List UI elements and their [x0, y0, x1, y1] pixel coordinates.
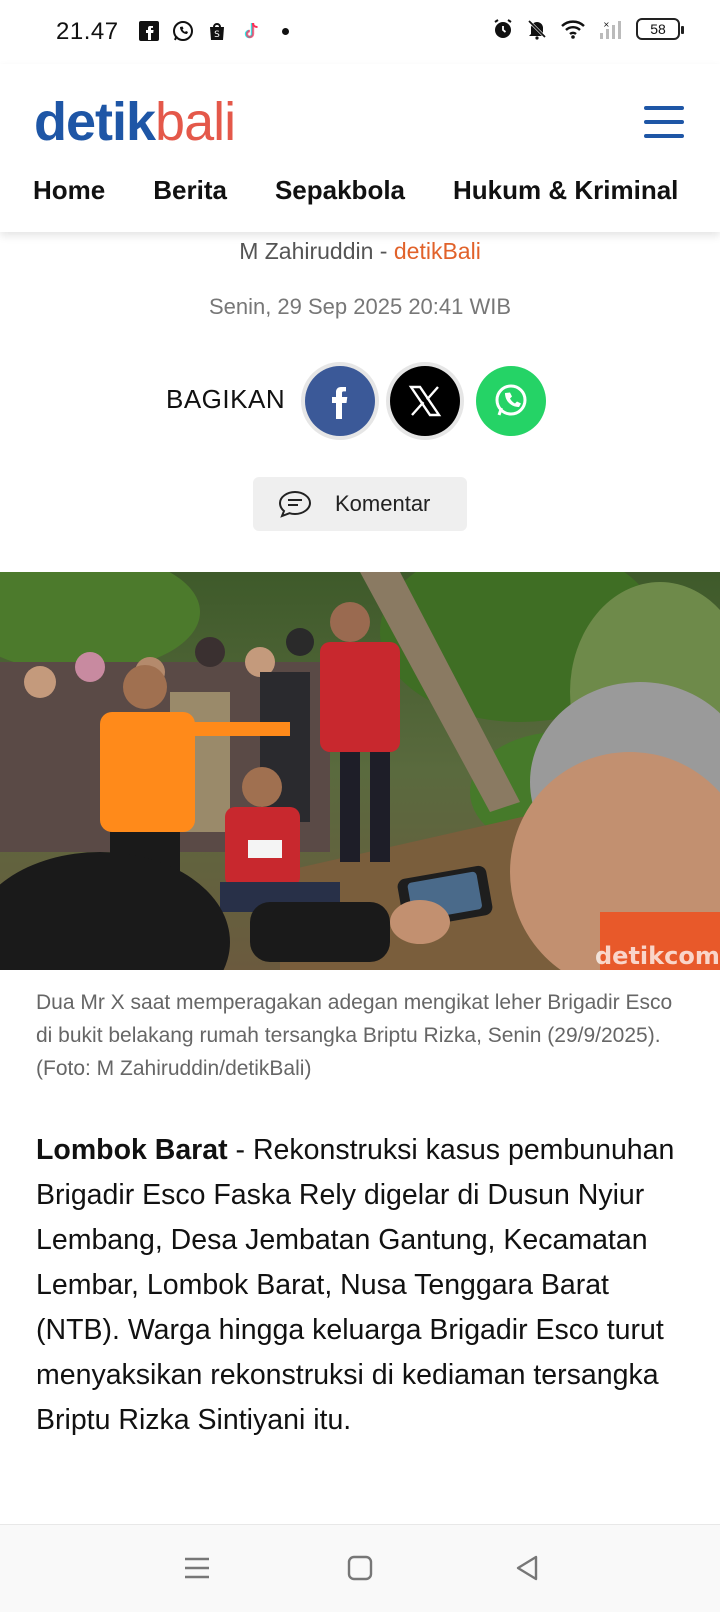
signal-icon: ×: [600, 20, 621, 39]
back-icon[interactable]: [510, 1551, 544, 1585]
nav-item-hukum-kriminal[interactable]: Hukum & Kriminal: [453, 170, 678, 220]
dot-icon: [282, 27, 289, 35]
logo-part-bali: bali: [155, 92, 236, 152]
article-text: - Rekonstruksi kasus pembunuhan Brigadir…: [36, 1134, 675, 1436]
recent-apps-icon[interactable]: [180, 1551, 214, 1585]
share-x-button[interactable]: [390, 366, 460, 436]
article-date: Senin, 29 Sep 2025 20:41 WIB: [208, 294, 512, 319]
article-location: Lombok Barat: [36, 1134, 228, 1166]
share-facebook-button[interactable]: [305, 366, 375, 436]
nav-item-sepakbola[interactable]: Sepakbola: [275, 170, 405, 220]
comment-button[interactable]: Komentar: [253, 477, 467, 531]
reconstruction-scene-image: detikcom: [0, 572, 720, 970]
tiktok-icon: [244, 22, 258, 39]
author-source[interactable]: detikBali: [394, 238, 481, 264]
author-separator: -: [373, 238, 394, 264]
system-icons: × 58: [492, 18, 684, 40]
share-bar: BAGIKAN: [0, 366, 720, 438]
comment-label: Komentar: [335, 491, 431, 516]
battery-icon: 58: [636, 18, 684, 40]
x-icon: [408, 385, 442, 417]
hamburger-menu-icon[interactable]: [644, 106, 684, 138]
photo-caption: Dua Mr X saat memperagakan adegan mengik…: [36, 991, 673, 1080]
share-whatsapp-button[interactable]: [476, 366, 546, 436]
facebook-icon: [139, 21, 159, 41]
photo-watermark: detikcom: [595, 942, 720, 970]
svg-text:×: ×: [603, 20, 610, 29]
site-logo[interactable]: detikbali: [34, 92, 236, 152]
nav-item-berita[interactable]: Berita: [153, 170, 227, 220]
status-time: 21.47: [56, 18, 119, 45]
nav-item-home[interactable]: Home: [33, 170, 105, 220]
article-author: M Zahiruddin - detikBali: [0, 238, 720, 265]
author-name[interactable]: M Zahiruddin: [239, 238, 373, 264]
svg-text:S: S: [214, 30, 220, 40]
site-header: detikbali Home Berita Sepakbola Hukum & …: [0, 64, 720, 232]
share-label: BAGIKAN: [166, 384, 286, 414]
article-body: Lombok Barat - Rekonstruksi kasus pembun…: [36, 1128, 686, 1443]
status-bar: 21.47 S × 58: [0, 0, 720, 64]
logo-part-detik: detik: [34, 92, 156, 152]
wifi-icon: [561, 20, 585, 39]
alarm-icon: [494, 19, 512, 38]
shopee-icon: S: [210, 23, 224, 40]
home-icon[interactable]: [343, 1551, 377, 1585]
whatsapp-icon: [173, 21, 193, 41]
facebook-icon: [332, 387, 348, 419]
system-navigation-bar: [0, 1524, 720, 1612]
notification-icons: S: [138, 20, 289, 42]
comment-icon: [278, 490, 312, 518]
whatsapp-icon: [495, 384, 527, 416]
article-photo[interactable]: detikcom: [0, 572, 720, 970]
category-nav: Home Berita Sepakbola Hukum & Kriminal: [0, 170, 720, 220]
mute-icon: [527, 19, 547, 40]
